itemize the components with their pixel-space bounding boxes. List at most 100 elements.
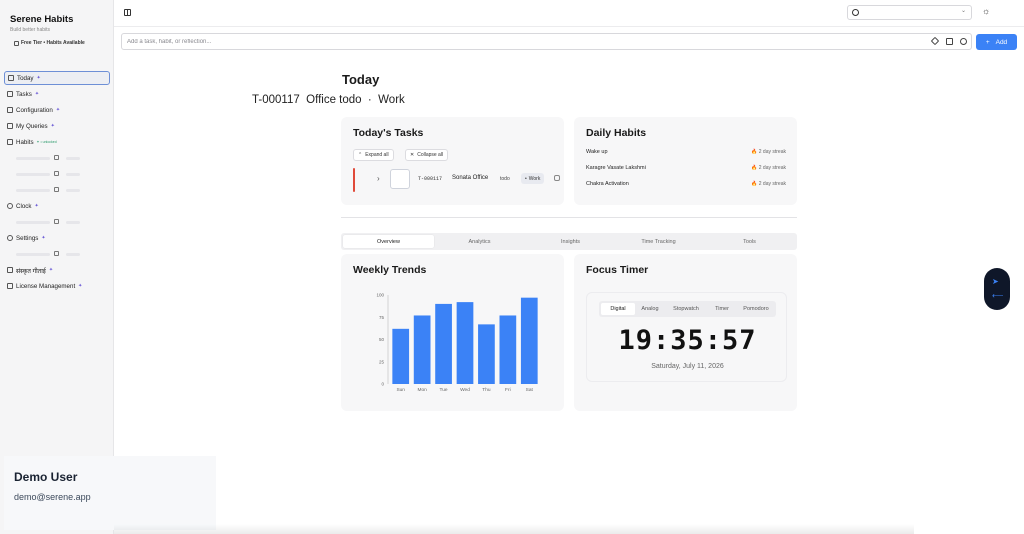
bar-fri[interactable]: [499, 315, 517, 384]
lock-icon: [54, 155, 59, 160]
locked-subitem[interactable]: [10, 152, 110, 164]
sidebar-item-configuration[interactable]: Configuration ✦: [4, 103, 110, 117]
bar-sun[interactable]: [392, 328, 410, 384]
flame-icon: 🔥: [751, 165, 758, 171]
toggle-sidebar-icon[interactable]: [124, 9, 131, 16]
sidebar-item-label: संस्कृत गीताई: [16, 267, 46, 275]
add-label: Add: [995, 38, 1008, 46]
chevron-right-icon[interactable]: ›: [377, 174, 380, 183]
bar-thu[interactable]: [478, 324, 495, 384]
timer-mode-analog[interactable]: Analog: [635, 303, 665, 315]
app-title: Serene Habits: [10, 14, 74, 25]
streak-label: 2 day streak: [758, 149, 786, 155]
timer-mode-stopwatch[interactable]: Stopwatch: [665, 303, 707, 315]
expand-all-button[interactable]: ⌃ Expand all: [353, 149, 394, 161]
y-tick-label: 50: [379, 337, 385, 342]
calendar-icon[interactable]: [946, 38, 953, 45]
sparkle-icon: ✦: [41, 235, 46, 241]
habit-row[interactable]: Karagre Vasate Lakshmi 🔥 2 day streak: [586, 165, 786, 175]
task-checkbox[interactable]: [390, 169, 410, 189]
sparkle-icon: ✦: [50, 123, 55, 129]
timer-mode-tabs: Digital Analog Stopwatch Timer Pomodoro: [599, 301, 776, 317]
tab-time-tracking[interactable]: Time Tracking: [613, 235, 704, 248]
sidebar-item-tasks[interactable]: Tasks ✦: [4, 87, 110, 101]
habit-streak: 🔥 2 day streak: [751, 149, 786, 155]
sidebar-item-today[interactable]: Today ✦: [4, 71, 110, 85]
timer-date: Saturday, July 11, 2026: [651, 363, 724, 370]
tab-overview[interactable]: Overview: [343, 235, 434, 248]
add-button[interactable]: + Add: [976, 34, 1017, 50]
sidebar-item-my-queries[interactable]: My Queries ✦: [4, 119, 110, 133]
user-card[interactable]: Demo User demo@serene.app: [4, 456, 216, 530]
page-title: Today: [342, 72, 380, 87]
bar-sat[interactable]: [520, 297, 538, 384]
timer-panel: Digital Analog Stopwatch Timer Pomodoro …: [586, 292, 787, 382]
lock-icon: [54, 251, 59, 256]
locked-subitem[interactable]: [10, 248, 110, 260]
sidebar-item-clock[interactable]: Clock ✦: [4, 199, 110, 213]
hidden-label: [16, 188, 50, 192]
back-arrow-icon[interactable]: ⟵: [992, 291, 1003, 300]
send-icon[interactable]: ➤: [992, 277, 999, 286]
theme-toggle-icon[interactable]: ☼: [982, 6, 990, 16]
sidebar-item-habits[interactable]: Habits ✦ • unlocked: [4, 135, 110, 149]
query-icon: [7, 123, 13, 129]
language-select[interactable]: ⌄: [847, 5, 972, 20]
y-tick-label: 100: [376, 293, 384, 298]
lock-icon: [54, 171, 59, 176]
task-row[interactable]: › T-000117 Sonata Office todo • Work: [353, 168, 560, 192]
weekly-trends-chart: 0 25 50 75 100 Sun Mon Tue Wed Thu Fri Sat: [376, 293, 538, 393]
task-tag[interactable]: • Work: [521, 173, 545, 184]
sidebar-item-license-management[interactable]: License Management ✦: [4, 279, 110, 293]
clock-icon: [7, 203, 13, 209]
sparkle-icon: ✦: [55, 107, 61, 113]
user-icon[interactable]: [960, 38, 967, 45]
flame-icon: 🔥: [751, 149, 758, 155]
bar-tue[interactable]: [435, 303, 452, 384]
y-tick-label: 25: [379, 359, 385, 364]
sidebar: Serene Habits Build better habits Free T…: [0, 0, 114, 534]
streak-label: 2 day streak: [758, 181, 786, 187]
sidebar-item-label: Habits: [16, 138, 34, 146]
locked-subitem[interactable]: [10, 216, 110, 228]
collapse-all-button[interactable]: ✕ Collapse all: [405, 149, 449, 161]
floating-action-pill[interactable]: ➤ ⟵: [984, 268, 1010, 310]
timer-mode-pomodoro[interactable]: Pomodoro: [737, 303, 775, 315]
list-icon: [7, 107, 13, 113]
timer-time: 19:35:57: [618, 325, 757, 356]
hidden-label: [66, 220, 80, 224]
tab-analytics[interactable]: Analytics: [434, 235, 525, 248]
x-tick-label: Sun: [396, 387, 405, 393]
hidden-label: [66, 252, 80, 256]
habit-name: Chakra Activation: [586, 181, 629, 187]
tab-insights[interactable]: Insights: [525, 235, 616, 248]
bell-off-icon[interactable]: [554, 175, 560, 181]
x-tick-label: Mon: [417, 387, 427, 393]
bar-wed[interactable]: [456, 302, 474, 384]
habit-streak: 🔥 2 day streak: [751, 165, 786, 171]
hidden-label: [16, 172, 50, 176]
chevron-down-icon: ⌄: [960, 8, 966, 14]
tag-icon[interactable]: [930, 36, 940, 46]
sidebar-item-settings[interactable]: Settings ✦: [4, 231, 110, 245]
expand-all-label: Expand all: [365, 152, 389, 158]
sidebar-item-gita[interactable]: संस्कृत गीताई ✦: [4, 263, 110, 277]
task-id: T-000117: [418, 176, 443, 182]
quick-add-input[interactable]: [127, 36, 907, 48]
sidebar-item-label: Clock: [16, 202, 32, 210]
locked-subitem[interactable]: [10, 168, 110, 180]
habit-row[interactable]: Wake up 🔥 2 day streak: [586, 149, 786, 159]
x-tick-label: Thu: [482, 387, 491, 393]
tab-tools[interactable]: Tools: [704, 235, 795, 248]
collapse-icon: ✕: [410, 152, 415, 158]
timer-mode-timer[interactable]: Timer: [707, 303, 737, 315]
tag-dot-icon: •: [525, 175, 527, 182]
sparkle-icon: ✦: [78, 283, 83, 289]
hidden-label: [16, 156, 50, 160]
streak-label: 2 day streak: [758, 165, 786, 171]
bar-mon[interactable]: [413, 315, 431, 384]
plus-icon: +: [985, 38, 990, 46]
locked-subitem[interactable]: [10, 184, 110, 196]
timer-mode-digital[interactable]: Digital: [601, 303, 635, 315]
habit-row[interactable]: Chakra Activation 🔥 2 day streak: [586, 181, 786, 191]
